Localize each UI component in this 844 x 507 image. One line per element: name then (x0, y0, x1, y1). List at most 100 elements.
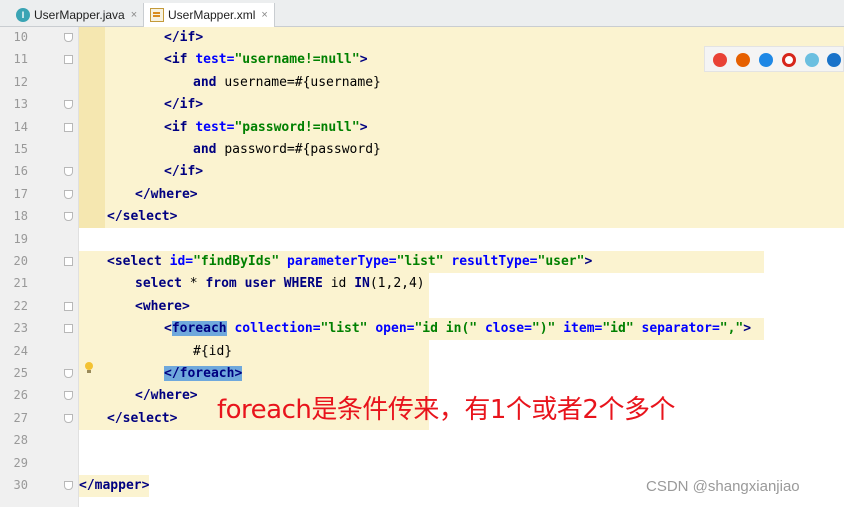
line-number: 28 (13, 433, 28, 448)
code-line[interactable]: </mapper> (79, 475, 149, 497)
code-token: resultType= (451, 254, 538, 269)
ie-icon[interactable] (827, 53, 841, 67)
code-token: "findByIds" (193, 254, 288, 269)
code-token: id (330, 276, 355, 292)
tab-label: UserMapper.java (34, 8, 125, 22)
code-token: "user" (537, 254, 585, 269)
code-token: > (743, 321, 752, 337)
fold-marker-icon[interactable] (64, 324, 73, 334)
code-token: collection= (226, 321, 321, 337)
code-token: (1,2,4) (369, 276, 425, 292)
code-token: from (205, 276, 245, 292)
code-token: <if (164, 119, 196, 135)
code-token: "password!=null" (234, 119, 360, 135)
code-token: if (179, 30, 196, 45)
code-token: select (135, 276, 190, 292)
code-token: </if> (164, 97, 204, 113)
code-line[interactable]: <where> (135, 296, 190, 318)
line-number: 14 (13, 119, 28, 134)
fold-marker-icon[interactable] (64, 301, 73, 311)
fold-marker-icon[interactable] (64, 413, 73, 423)
code-token: close= (484, 321, 532, 337)
code-line[interactable]: #{id} (193, 341, 232, 363)
code-token: test= (195, 119, 235, 135)
lightbulb-icon[interactable] (84, 362, 94, 374)
line-number: 23 (13, 321, 28, 336)
code-line[interactable]: and username=#{username} (193, 72, 381, 94)
code-token: <where> (135, 298, 190, 314)
code-token: WHERE (283, 276, 331, 292)
code-token: IN (354, 276, 370, 292)
watermark: CSDN @shangxianjiao (646, 478, 800, 495)
code-token: open= (375, 321, 415, 337)
close-icon[interactable]: × (131, 9, 137, 21)
fold-marker-icon[interactable] (64, 55, 73, 65)
fold-marker-icon[interactable] (64, 33, 73, 42)
code-token: </where> (135, 186, 198, 202)
editor-tab-bar: I UserMapper.java × UserMapper.xml × (0, 0, 844, 27)
code-token: </select> (107, 410, 178, 426)
code-token: > (234, 366, 243, 381)
tab-usermapper-xml[interactable]: UserMapper.xml × (143, 3, 275, 27)
fold-marker-icon[interactable] (64, 122, 73, 132)
line-number: 19 (13, 231, 28, 246)
fold-marker-icon[interactable] (64, 189, 73, 199)
code-token: ")" (531, 321, 564, 337)
fold-marker-icon[interactable] (64, 100, 73, 110)
code-token: <select (107, 254, 170, 269)
code-token: "username!=null" (234, 52, 360, 68)
code-token: user (244, 276, 284, 292)
fold-marker-icon[interactable] (64, 369, 73, 378)
code-token: parameterType= (287, 254, 397, 269)
fold-marker-icon[interactable] (64, 212, 73, 222)
code-token: </select> (107, 209, 178, 225)
safari-icon[interactable] (759, 53, 773, 67)
code-line[interactable]: and password=#{password} (193, 139, 381, 161)
tab-usermapper-java[interactable]: I UserMapper.java × (10, 3, 145, 27)
edge-legacy-icon[interactable] (805, 53, 819, 67)
chrome-icon[interactable] (713, 53, 727, 67)
code-line[interactable]: <foreach collection="list" open="id in("… (164, 318, 751, 340)
line-number: 26 (13, 388, 28, 403)
line-number: 24 (13, 343, 28, 358)
fold-marker-icon[interactable] (64, 481, 73, 490)
close-icon[interactable]: × (261, 9, 267, 21)
code-line[interactable]: <if test="password!=null"> (164, 117, 368, 139)
code-token: </mapper> (79, 478, 150, 493)
line-number: 20 (13, 254, 28, 268)
code-token: > (359, 52, 368, 68)
code-token: </ (164, 30, 180, 45)
code-line[interactable]: </foreach> (164, 363, 243, 385)
line-number: 21 (13, 276, 28, 291)
code-token: > (584, 254, 593, 269)
code-line[interactable]: </if> (164, 161, 203, 183)
scope-highlight-indent (79, 27, 105, 228)
code-token: * (189, 276, 206, 292)
code-line[interactable]: select * from user WHERE id IN(1,2,4) (135, 273, 425, 295)
code-token: item= (563, 321, 603, 337)
code-line[interactable]: </select> (107, 408, 177, 430)
xml-file-icon (150, 8, 164, 22)
opera-icon[interactable] (782, 53, 796, 67)
code-line[interactable]: <select id="findByIds" parameterType="li… (107, 251, 592, 273)
line-number: 27 (13, 410, 28, 425)
fold-marker-icon[interactable] (64, 257, 73, 266)
code-token: foreach (179, 366, 235, 381)
line-number: 22 (13, 298, 28, 313)
code-token: </ (164, 366, 180, 381)
java-class-icon: I (16, 8, 30, 22)
code-line[interactable]: <if test="username!=null"> (164, 49, 368, 71)
line-number: 11 (13, 52, 28, 67)
code-token: password=#{password} (224, 142, 381, 157)
line-number: 30 (13, 478, 28, 492)
code-line[interactable]: </select> (107, 206, 177, 228)
line-number: 15 (13, 142, 28, 156)
line-number: 16 (13, 164, 28, 179)
code-line[interactable]: </if> (164, 94, 203, 116)
code-token: foreach (171, 321, 227, 337)
code-line[interactable]: </if> (164, 27, 203, 49)
firefox-icon[interactable] (736, 53, 750, 67)
line-number: 18 (13, 209, 28, 224)
code-line[interactable]: </where> (135, 184, 198, 206)
code-line[interactable]: </where> (135, 385, 198, 407)
